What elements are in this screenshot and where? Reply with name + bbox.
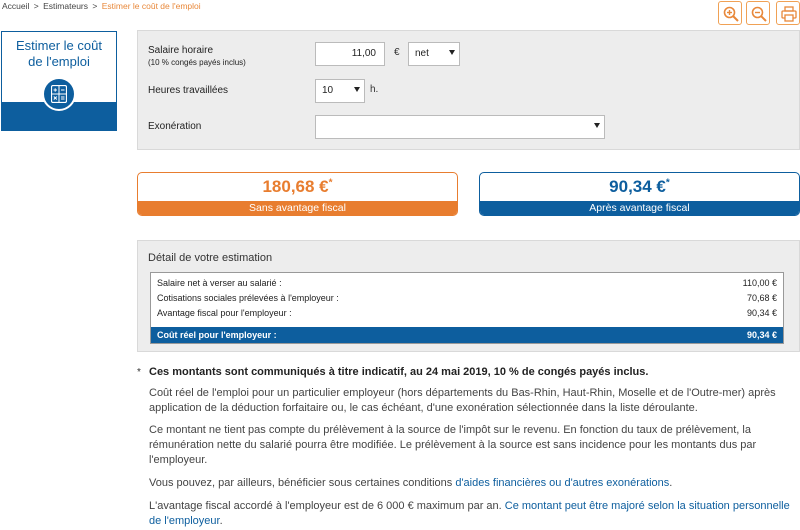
financial-aid-link[interactable]: d'aides financières ou d'autres exonérat… — [455, 477, 669, 489]
hours-value: 10 — [322, 85, 334, 96]
detail-title: Détail de votre estimation — [148, 252, 273, 264]
result-with-tax-benefit: 90,34 €* Après avantage fiscal — [479, 172, 800, 216]
calculator-icon — [42, 77, 76, 111]
result-amount: 180,68 €* — [262, 177, 333, 196]
wage-type-value: net — [415, 48, 429, 59]
wage-label: Salaire horaire — [148, 45, 214, 56]
result-caption: Après avantage fiscal — [480, 201, 799, 215]
detail-row: Salaire net à verser au salarié : 110,00… — [157, 278, 777, 288]
breadcrumb: Accueil > Estimateurs > Estimer le coût … — [2, 1, 201, 11]
breadcrumb-estimators-link[interactable]: Estimateurs — [43, 1, 88, 11]
zoom-out-icon — [751, 6, 767, 22]
breadcrumb-separator: > — [92, 1, 98, 11]
chevron-down-icon — [449, 50, 455, 55]
breadcrumb-current: Estimer le coût de l'emploi — [101, 1, 201, 11]
hours-label: Heures travaillées — [148, 85, 229, 96]
zoom-in-icon — [723, 6, 739, 22]
result-caption: Sans avantage fiscal — [138, 201, 457, 215]
note-paragraph: Vous pouvez, par ailleurs, bénéficier so… — [149, 477, 673, 489]
chevron-down-icon — [354, 87, 360, 92]
breadcrumb-separator: > — [33, 1, 39, 11]
detail-row: Cotisations sociales prélevées à l'emplo… — [157, 293, 777, 303]
estimator-title: Estimer le coût de l'emploi — [16, 38, 102, 69]
exoneration-label: Exonération — [148, 121, 202, 132]
breadcrumb-home-link[interactable]: Accueil — [2, 1, 29, 11]
detail-table: Salaire net à verser au salarié : 110,00… — [150, 272, 784, 344]
detail-total-row: Coût réel pour l'employeur : 90,34 € — [151, 327, 783, 343]
zoom-in-button[interactable] — [718, 1, 742, 25]
wage-type-select[interactable]: net — [408, 42, 460, 66]
disclaimer-headline: Ces montants sont communiqués à titre in… — [149, 366, 649, 378]
print-icon — [781, 6, 797, 22]
chevron-down-icon — [594, 123, 600, 128]
zoom-out-button[interactable] — [746, 1, 770, 25]
hourly-wage-input[interactable]: 11,00 — [315, 42, 385, 66]
hours-select[interactable]: 10 — [315, 79, 365, 103]
note-paragraph: L'avantage fiscal accordé à l'employeur … — [149, 500, 790, 527]
hours-unit: h. — [370, 84, 379, 95]
wage-sublabel: (10 % congés payés inclus) — [148, 58, 246, 67]
note-paragraph: Coût réel de l'emploi pour un particulie… — [149, 387, 776, 414]
currency-symbol: € — [394, 47, 400, 58]
estimation-detail: Détail de votre estimation Salaire net à… — [137, 240, 800, 352]
result-amount: 90,34 €* — [609, 177, 670, 196]
print-button[interactable] — [776, 1, 800, 25]
exoneration-select[interactable] — [315, 115, 605, 139]
estimator-title-card: Estimer le coût de l'emploi — [1, 31, 117, 131]
footnote-star: * — [137, 367, 141, 378]
detail-row: Avantage fiscal pour l'employeur : 90,34… — [157, 308, 777, 318]
result-without-tax-benefit: 180,68 €* Sans avantage fiscal — [137, 172, 458, 216]
note-paragraph: Ce montant ne tient pas compte du prélèv… — [149, 424, 757, 466]
estimator-form: Salaire horaire (10 % congés payés inclu… — [137, 30, 800, 150]
